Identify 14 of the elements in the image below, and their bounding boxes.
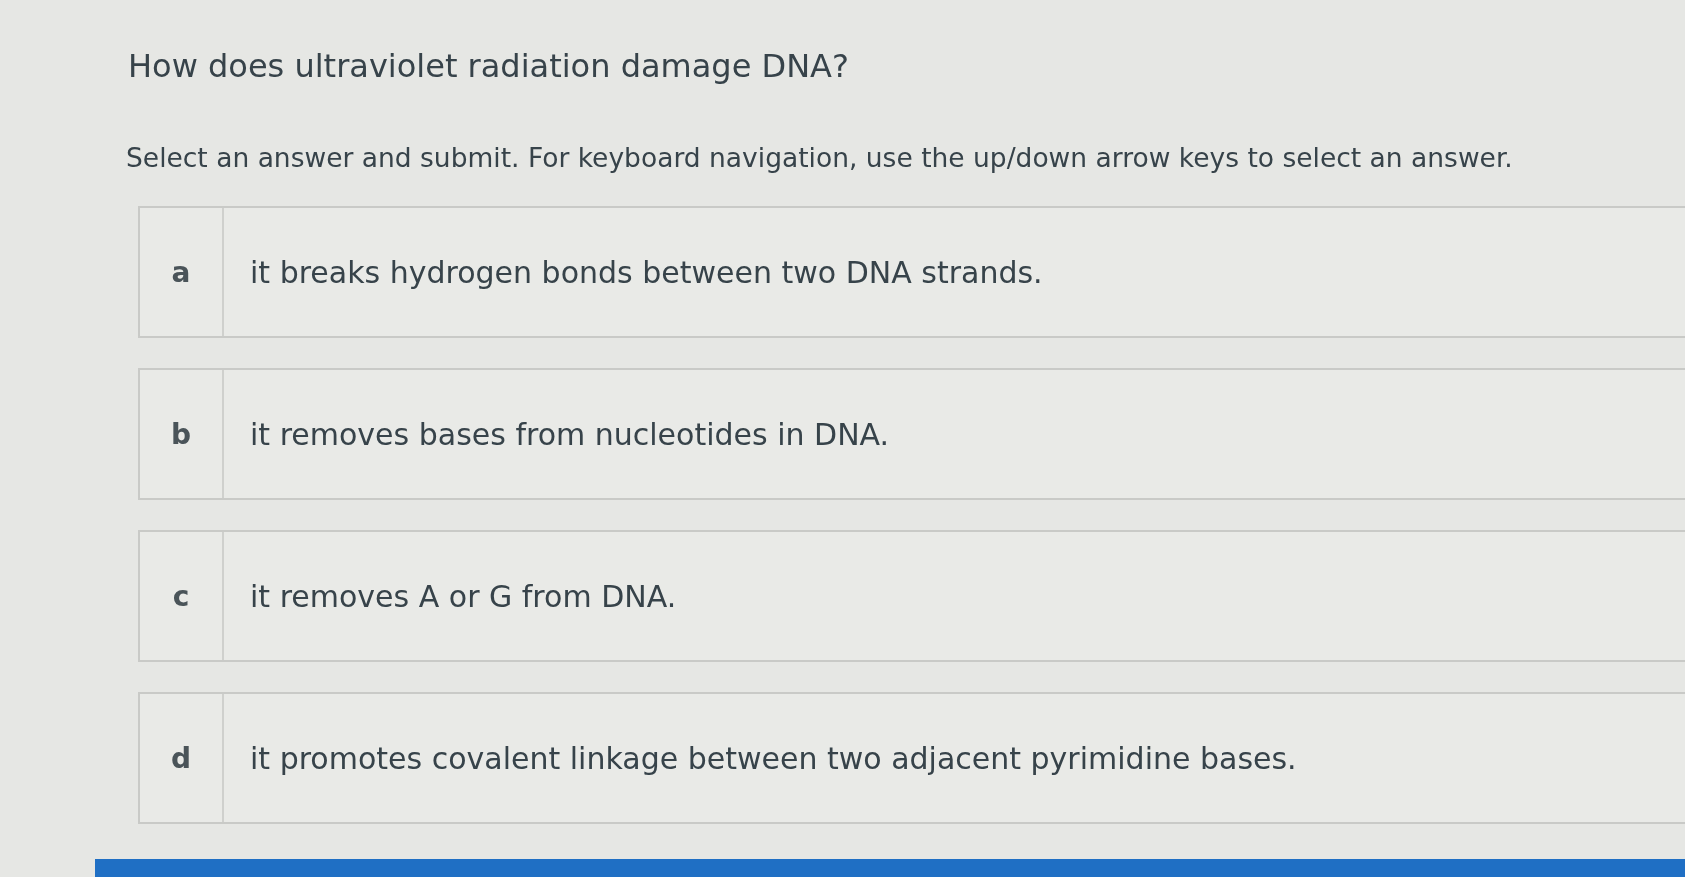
answer-option[interactable]: c it removes A or G from DNA. xyxy=(138,530,1685,662)
option-letter: a xyxy=(140,208,224,336)
option-letter: c xyxy=(140,532,224,660)
option-text: it removes bases from nucleotides in DNA. xyxy=(249,415,890,454)
option-text: it removes A or G from DNA. xyxy=(249,577,677,616)
option-letter: b xyxy=(140,370,224,498)
question-title: How does ultraviolet radiation damage DNA? xyxy=(128,46,850,87)
answer-option[interactable]: b it removes bases from nucleotides in DNA. xyxy=(138,368,1685,500)
option-letter: d xyxy=(140,694,224,822)
answer-option[interactable]: a it breaks hydrogen bonds between two DNA strands. xyxy=(138,206,1685,338)
instructions-text: Select an answer and submit. For keyboard navigation, use the up/down arrow keys to select an answer. xyxy=(126,141,1514,175)
option-text: it promotes covalent linkage between two adjacent pyrimidine bases. xyxy=(249,739,1297,778)
answer-option[interactable]: d it promotes covalent linkage between two adjacent pyrimidine bases. xyxy=(138,692,1685,824)
option-text: it breaks hydrogen bonds between two DNA strands. xyxy=(249,253,1043,292)
